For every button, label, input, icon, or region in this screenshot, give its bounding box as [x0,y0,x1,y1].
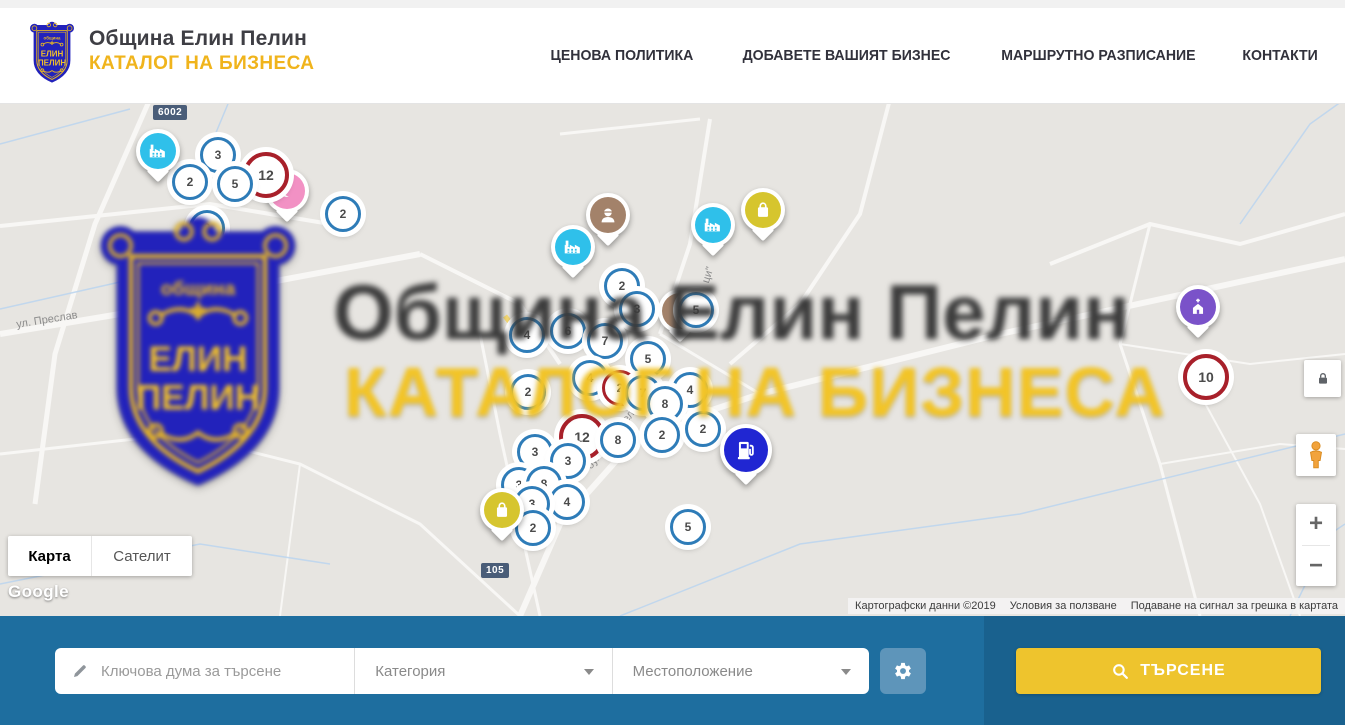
brand-block[interactable]: Община Елин Пелин КАТАЛОГ НА БИЗНЕСА [89,26,314,76]
advanced-settings-button[interactable] [880,648,926,694]
attribution-terms-link[interactable]: Условия за ползване [1003,598,1124,614]
keyword-search-input[interactable] [99,662,354,681]
municipality-logo[interactable] [28,18,76,88]
bag-pin-marker[interactable] [741,188,785,232]
cluster-marker[interactable]: 8 [600,422,636,458]
cluster-marker[interactable]: 2 [510,374,546,410]
location-select-value: Местоположение [633,663,753,680]
attribution-copyright: Картографски данни ©2019 [848,598,1003,614]
search-button-label: ТЪРСЕНЕ [1140,662,1225,680]
attribution-report-link[interactable]: Подаване на сигнал за грешка в картата [1124,598,1345,614]
search-button[interactable]: ТЪРСЕНЕ [1016,648,1321,694]
search-bar: Категория Местоположение ТЪРСЕНЕ [0,616,1345,725]
bag-pin-marker[interactable] [480,488,524,532]
header: Община Елин Пелин КАТАЛОГ НА БИЗНЕСА ЦЕН… [0,8,1345,104]
cluster-marker[interactable]: 2 [685,411,721,447]
page: Община Елин Пелин КАТАЛОГ НА БИЗНЕСА ЦЕН… [0,0,1345,725]
lock-icon [1315,371,1331,387]
map-type-map-button[interactable]: Карта [8,536,91,576]
cluster-marker[interactable]: 5 [217,166,253,202]
lock-button[interactable] [1304,360,1341,397]
zoom-control: + − [1296,504,1336,586]
cluster-marker[interactable]: 2 [189,210,225,246]
marker-layer: 32125222356475422748128223338432510 [0,104,1345,616]
factory-pin-marker[interactable] [551,225,595,269]
map-attribution: Картографски данни ©2019 Условия за полз… [848,598,1345,614]
category-select[interactable]: Категория [354,648,611,694]
main-nav: ЦЕНОВА ПОЛИТИКА ДОБАВЕТЕ ВАШИЯТ БИЗНЕС М… [546,8,1320,103]
cluster-marker[interactable]: 3 [619,291,655,327]
cluster-marker[interactable]: 6 [550,313,586,349]
nav-contacts[interactable]: КОНТАКТИ [1242,47,1317,64]
street-view-pegman[interactable] [1296,434,1336,476]
cluster-marker[interactable]: 3 [517,434,553,470]
nav-pricing-policy[interactable]: ЦЕНОВА ПОЛИТИКА [551,47,694,64]
site-subtitle: КАТАЛОГ НА БИЗНЕСА [89,52,314,76]
site-title: Община Елин Пелин [89,26,314,52]
search-icon [1111,662,1130,681]
nav-add-business[interactable]: ДОБАВЕТЕ ВАШИЯТ БИЗНЕС [743,47,951,64]
road-shield-label: 105 [481,563,509,578]
category-select-value: Категория [375,663,445,680]
gear-icon [892,660,914,682]
zoom-out-button[interactable]: − [1296,546,1336,587]
church-pin-marker[interactable] [1176,285,1220,329]
map-type-control: Карта Сателит [8,536,192,576]
chevron-down-icon [584,669,594,675]
cluster-marker[interactable]: 5 [678,292,714,328]
map-type-satellite-button[interactable]: Сателит [91,536,192,576]
road-shield-label: 6002 [153,105,187,120]
map-canvas[interactable]: 6002105 ул. Преславбул. „Новоселци" 3212… [0,104,1345,616]
fuel-pin-marker[interactable] [720,424,772,476]
cluster-marker[interactable]: 5 [670,509,706,545]
cluster-marker[interactable]: 10 [1183,354,1229,400]
chevron-down-icon [841,669,851,675]
nav-route-schedule[interactable]: МАРШРУТНО РАЗПИСАНИЕ [1001,47,1195,64]
pegman-icon [1305,440,1327,470]
zoom-in-button[interactable]: + [1296,504,1336,545]
cluster-marker[interactable]: 7 [587,323,623,359]
cluster-marker[interactable]: 2 [325,196,361,232]
search-field-group: Категория Местоположение [55,648,869,694]
factory-pin-marker[interactable] [136,129,180,173]
cluster-marker[interactable]: 2 [644,417,680,453]
cluster-marker[interactable]: 5 [630,341,666,377]
factory-pin-marker[interactable] [691,203,735,247]
google-logo[interactable]: Google [8,582,69,602]
cluster-marker[interactable]: 2 [172,164,208,200]
keyword-field-section [55,648,354,694]
pencil-icon [71,662,89,680]
top-strip [0,0,1345,8]
cluster-marker[interactable]: 4 [549,484,585,520]
worker-pin-marker[interactable] [586,193,630,237]
location-select[interactable]: Местоположение [612,648,869,694]
cluster-marker[interactable]: 4 [509,317,545,353]
